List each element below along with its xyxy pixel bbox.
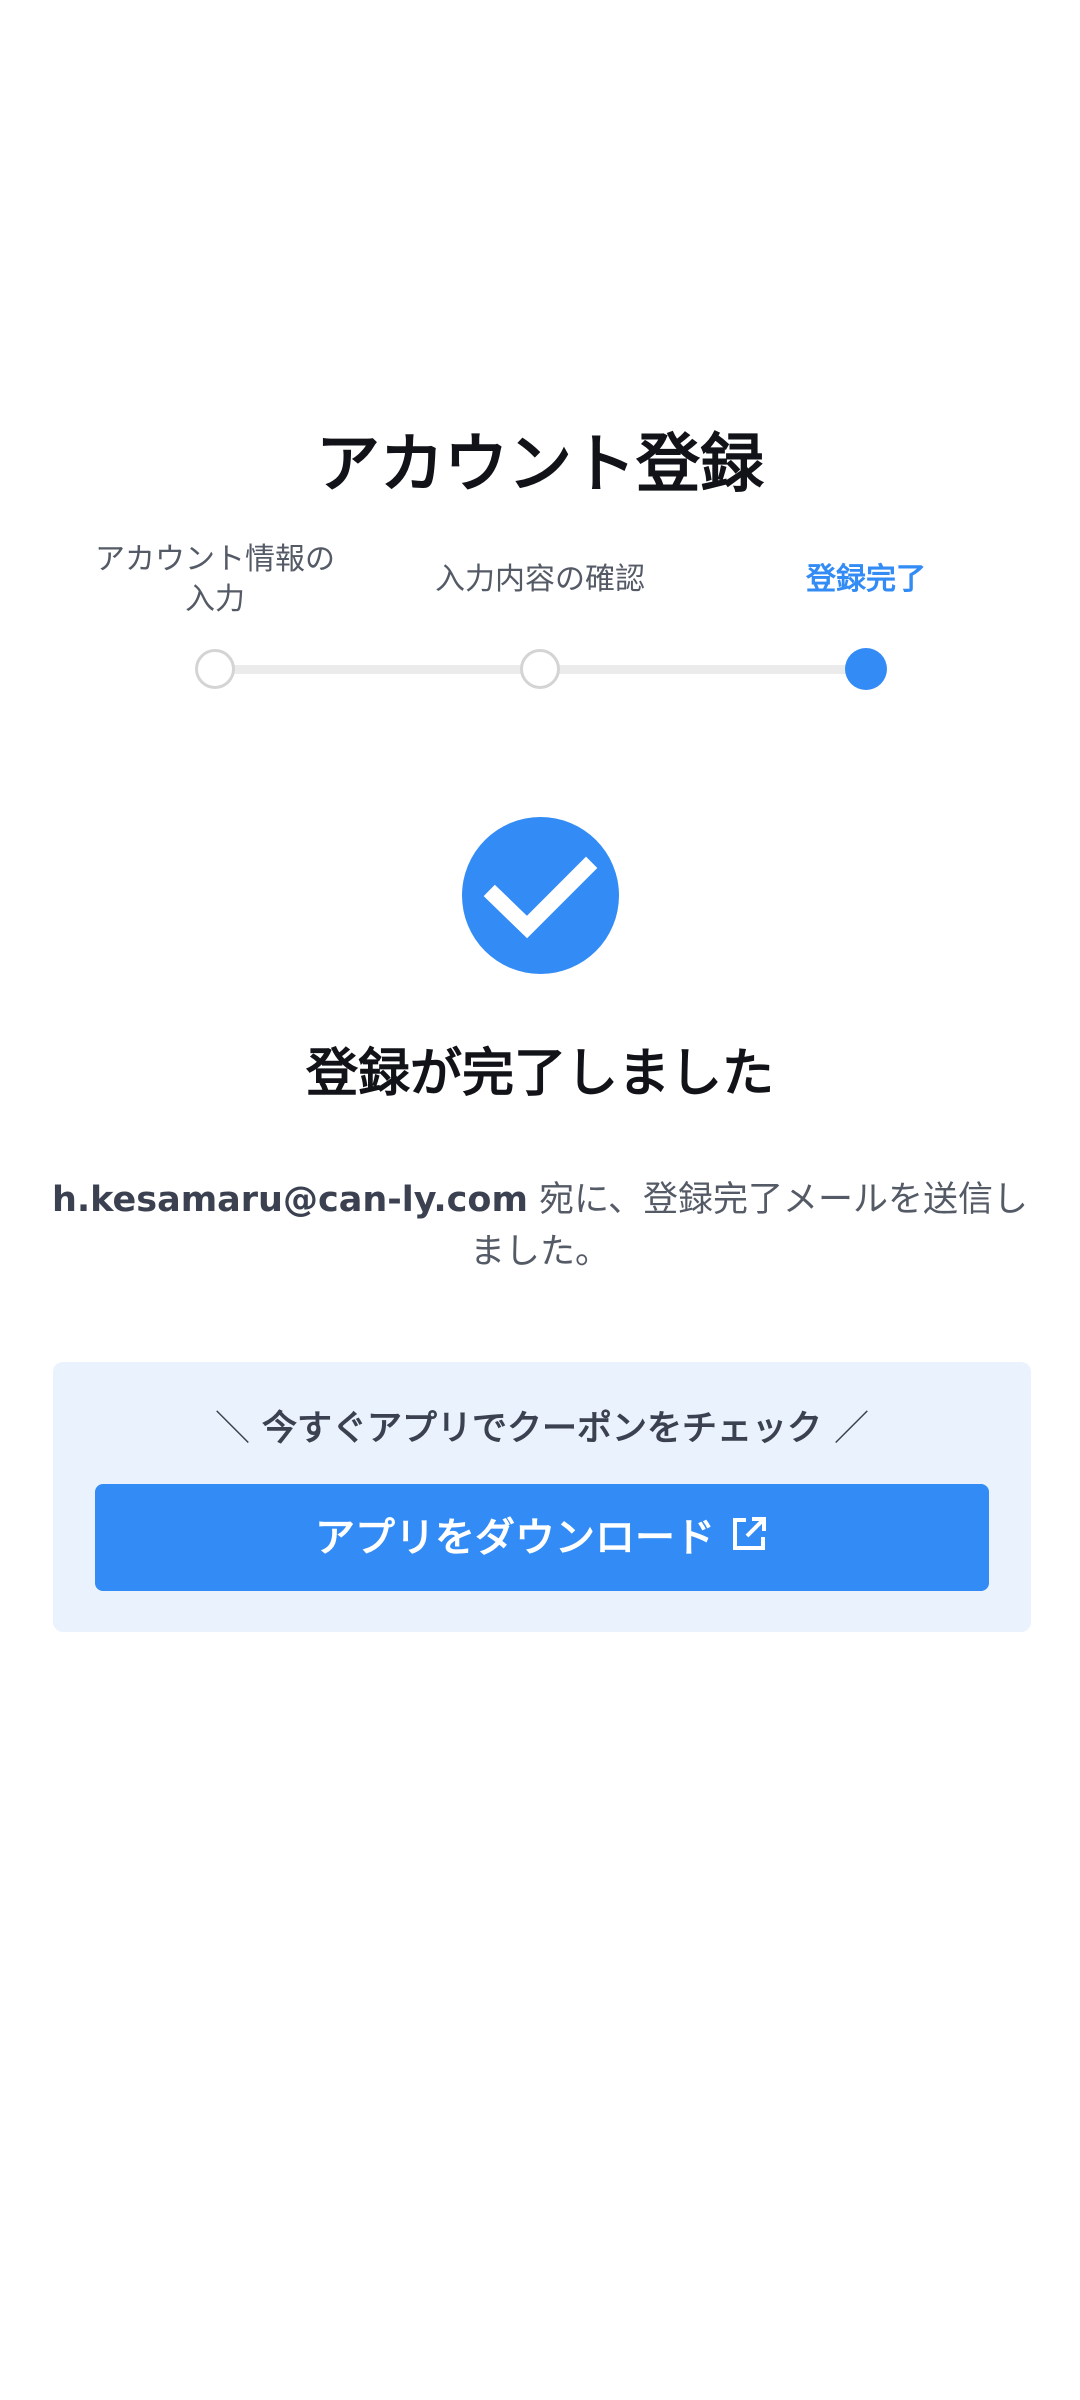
- step-dot-account-info: [195, 649, 235, 689]
- external-link-icon: [729, 1514, 769, 1554]
- step-label-account-info-line1: アカウント情報の: [95, 542, 335, 577]
- check-circle-icon: [462, 817, 619, 974]
- download-app-button-label: アプリをダウンロード: [315, 1514, 715, 1561]
- registration-stepper: アカウント情報の 入力 入力内容の確認 登録完了: [0, 540, 1080, 710]
- success-message-text: 宛に、登録完了メールを送信しました。: [469, 1180, 1029, 1272]
- step-dot-complete: [845, 648, 887, 690]
- step-label-confirm: 入力内容の確認: [435, 562, 645, 597]
- page-title: アカウント登録: [316, 427, 764, 502]
- step-dot-confirm: [520, 649, 560, 689]
- promo-slash-right: ／: [834, 1409, 870, 1449]
- promo-caption-text: 今すぐアプリでクーポンをチェック: [261, 1409, 822, 1449]
- step-label-complete: 登録完了: [806, 562, 926, 597]
- app-promo-box: ＼ 今すぐアプリでクーポンをチェック ／ アプリをダウンロード: [53, 1362, 1031, 1632]
- promo-caption: ＼ 今すぐアプリでクーポンをチェック ／: [53, 1404, 1031, 1454]
- step-label-account-info: アカウント情報の 入力: [65, 540, 365, 620]
- promo-slash-left: ＼: [214, 1409, 250, 1449]
- registered-email: h.kesamaru@can-ly.com: [51, 1180, 528, 1220]
- success-message: h.kesamaru@can-ly.com 宛に、登録完了メールを送信しました。: [40, 1174, 1040, 1278]
- step-label-account-info-line2: 入力: [185, 582, 245, 617]
- success-title: 登録が完了しました: [305, 1044, 774, 1104]
- download-app-button[interactable]: アプリをダウンロード: [95, 1484, 989, 1591]
